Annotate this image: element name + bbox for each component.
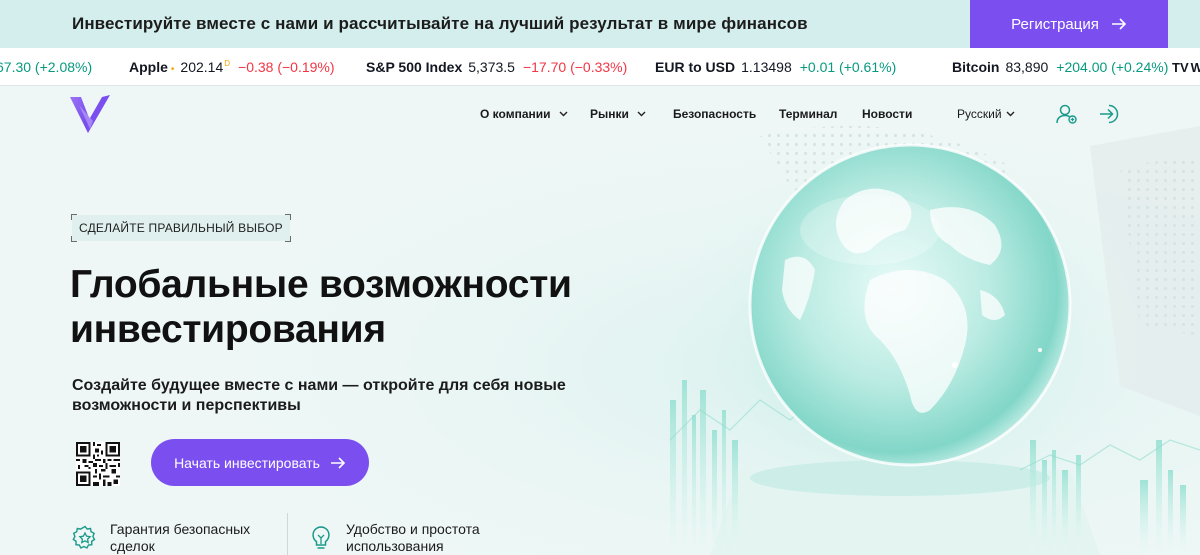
hero-title-line: Глобальные возможности xyxy=(70,263,572,306)
feature-text: Гарантия безопасных сделок xyxy=(110,521,250,555)
language-label: Русский xyxy=(957,107,1002,121)
language-selector[interactable]: Русский xyxy=(957,107,1015,121)
globe-illustration xyxy=(640,140,1200,555)
tag-corner xyxy=(71,236,77,242)
hero-title: Глобальные возможности инвестирования xyxy=(70,262,630,352)
feature-text-line: сделок xyxy=(110,538,155,554)
ticker-tail-text: W xyxy=(1190,59,1200,75)
chevron-down-icon xyxy=(559,111,567,117)
tag-corner xyxy=(284,214,291,220)
promo-bar: Инвестируйте вместе с нами и рассчитывай… xyxy=(0,0,1200,48)
hero-title-line: инвестирования xyxy=(70,308,386,351)
tradingview-logo-text: TV xyxy=(1172,59,1189,75)
nav-item-news[interactable]: Новости xyxy=(862,107,912,121)
ticker-change: +0.01 (+0.61%) xyxy=(799,59,897,75)
ticker-change: +204.00 (+0.24%) xyxy=(1056,59,1169,75)
shield-star-icon xyxy=(72,525,96,549)
start-investing-label: Начать инвестировать xyxy=(174,454,320,471)
ticker-item-eurusd[interactable]: EUR to USD 1.13498 +0.01 (+0.61%) xyxy=(655,59,896,75)
feature-divider xyxy=(287,513,288,555)
chevron-down-icon xyxy=(637,111,646,117)
ticker-name: EUR to USD xyxy=(655,59,736,75)
feature-ease-of-use: Удобство и простота использования xyxy=(308,521,480,555)
nav-label: О компании xyxy=(480,107,551,121)
hero-tag: СДЕЛАЙТЕ ПРАВИЛЬНЫЙ ВЫБОР xyxy=(71,214,291,242)
ticker-price: 83,890 xyxy=(1005,59,1049,75)
nav-item-security[interactable]: Безопасность xyxy=(673,107,756,121)
feature-text-line: Гарантия безопасных xyxy=(110,521,251,537)
nav-item-about[interactable]: О компании xyxy=(480,107,568,121)
feature-safe-deals: Гарантия безопасных сделок xyxy=(72,521,250,555)
promo-text: Инвестируйте вместе с нами и рассчитывай… xyxy=(72,14,808,33)
start-investing-button[interactable]: Начать инвестировать xyxy=(151,439,369,486)
nav-label: Терминал xyxy=(779,107,838,121)
ticker-item-apple[interactable]: Apple • 202.14D −0.38 (−0.19%) xyxy=(129,59,335,75)
register-button[interactable]: Регистрация xyxy=(970,0,1168,48)
hero-subtitle-line: возможности и перспективы xyxy=(72,397,301,414)
qr-code-icon[interactable] xyxy=(76,442,120,486)
ticker-suffix: D xyxy=(224,59,231,69)
ticker-change: −17.70 (−0.33%) xyxy=(522,59,628,75)
ticker-change: −0.38 (−0.19%) xyxy=(238,59,335,75)
login-icon[interactable] xyxy=(1098,103,1120,125)
hero-tag-text: СДЕЛАЙТЕ ПРАВИЛЬНЫЙ ВЫБОР xyxy=(79,221,283,235)
hero-subtitle: Создайте будущее вместе с нами — откройт… xyxy=(72,376,592,416)
ticker-item-sp500[interactable]: S&P 500 Index 5,373.5 −17.70 (−0.33%) xyxy=(366,59,627,75)
nav-label: Безопасность xyxy=(673,107,757,121)
tradingview-logo[interactable]: TV W xyxy=(1172,57,1200,77)
ticker-change: 67.30 (+2.08%) xyxy=(0,59,93,75)
feature-text: Удобство и простота использования xyxy=(346,521,480,555)
dot-icon: • xyxy=(170,64,175,75)
brand-logo[interactable] xyxy=(70,95,112,135)
nav-label: Новости xyxy=(862,107,913,121)
ticker-item-bitcoin[interactable]: Bitcoin 83,890 +204.00 (+0.24%) xyxy=(952,59,1168,75)
user-account-icon[interactable] xyxy=(1056,103,1078,125)
arrow-right-icon xyxy=(330,456,346,469)
feature-text-line: Удобство и простота xyxy=(346,521,480,537)
ticker-price: 202.14 xyxy=(180,59,224,75)
ticker-name: S&P 500 Index xyxy=(366,59,463,75)
nav-item-markets[interactable]: Рынки xyxy=(590,107,646,121)
register-button-label: Регистрация xyxy=(1011,15,1099,33)
arrow-right-icon xyxy=(1111,18,1126,30)
ticker-tape[interactable]: 67.30 (+2.08%) Apple • 202.14D −0.38 (−0.19… xyxy=(0,48,1200,86)
chevron-down-icon xyxy=(1006,111,1015,117)
hero-subtitle-line: Создайте будущее вместе с нами — откройт… xyxy=(72,377,566,394)
ticker-item[interactable]: 67.30 (+2.08%) xyxy=(0,59,92,75)
lightbulb-icon xyxy=(312,526,330,549)
feature-text-line: использования xyxy=(346,538,444,554)
ticker-price: 1.13498 xyxy=(741,59,792,75)
ticker-name: Apple xyxy=(129,59,168,75)
ticker-name: Bitcoin xyxy=(952,59,1000,75)
nav-label: Рынки xyxy=(590,107,629,121)
nav-item-terminal[interactable]: Терминал xyxy=(779,107,837,121)
ticker-price: 5,373.5 xyxy=(468,59,515,75)
